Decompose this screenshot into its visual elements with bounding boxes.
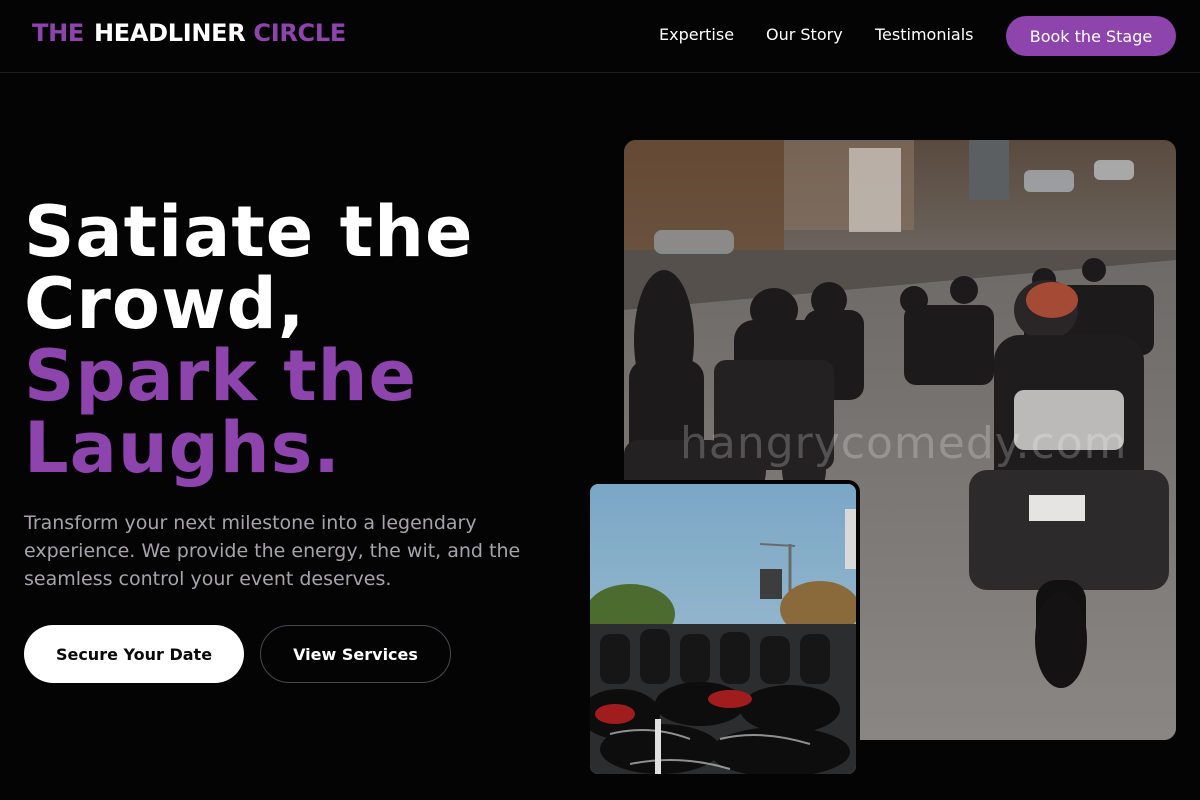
nav-link-testimonials[interactable]: Testimonials <box>875 25 974 44</box>
parked-motorcycles-image <box>590 484 856 774</box>
logo-word-headliner: HEADLINER <box>93 19 246 47</box>
parked-motorcycles-photo <box>586 480 860 778</box>
headline-accent-line-2: Laughs. <box>24 407 341 489</box>
logo-word-the: THE <box>32 19 84 47</box>
view-services-button[interactable]: View Services <box>260 625 451 683</box>
headline-line-2: Crowd, <box>24 263 306 345</box>
headline-accent-line-1: Spark the <box>24 335 417 417</box>
hero-headline: Satiate the Crowd, Spark the Laughs. <box>24 196 584 484</box>
logo-word-circle: CIRCLE <box>253 19 346 47</box>
brand-logo[interactable]: THE HEADLINER CIRCLE <box>32 19 346 47</box>
nav-link-expertise[interactable]: Expertise <box>659 25 734 44</box>
book-the-stage-button[interactable]: Book the Stage <box>1006 16 1176 56</box>
top-navbar: THE HEADLINER CIRCLE Expertise Our Story T… <box>0 0 1200 73</box>
nav-link-our-story[interactable]: Our Story <box>766 25 843 44</box>
secure-your-date-button[interactable]: Secure Your Date <box>24 625 244 683</box>
headline-line-1: Satiate the <box>24 191 474 273</box>
hero-description: Transform your next milestone into a leg… <box>24 512 521 590</box>
